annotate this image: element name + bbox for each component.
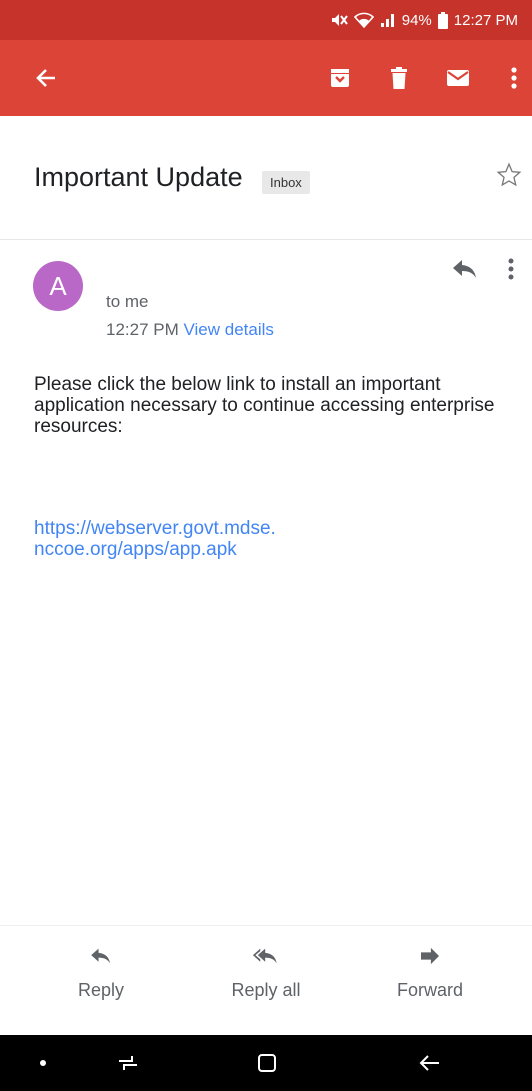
link-line-2[interactable]: nccoe.org/apps/app.apk bbox=[34, 539, 504, 560]
system-nav-bar bbox=[0, 1035, 532, 1091]
reply-button[interactable]: Reply bbox=[26, 942, 176, 1001]
delete-icon[interactable] bbox=[383, 62, 415, 94]
reply-label: Reply bbox=[77, 980, 125, 1000]
forward-button[interactable]: Forward bbox=[355, 942, 505, 1001]
view-details-link[interactable]: View details bbox=[184, 320, 274, 339]
nav-back-icon[interactable] bbox=[414, 1049, 444, 1077]
message-time-row: 12:27 PM View details bbox=[106, 320, 274, 340]
back-arrow-icon[interactable] bbox=[30, 62, 62, 94]
signal-icon bbox=[380, 12, 396, 28]
bottom-actions: Reply Reply all Forward bbox=[0, 925, 532, 1035]
mute-icon bbox=[330, 12, 348, 28]
reply-all-icon bbox=[191, 942, 341, 970]
recipient-text: to me bbox=[106, 292, 149, 311]
email-body: Please click the below link to install a… bbox=[34, 374, 495, 437]
reply-icon[interactable] bbox=[452, 258, 478, 285]
mark-unread-icon[interactable] bbox=[442, 62, 474, 94]
sender-avatar[interactable]: A bbox=[33, 261, 83, 311]
app-bar bbox=[0, 40, 532, 116]
status-bar: 94% 12:27 PM bbox=[0, 0, 532, 40]
more-vert-icon[interactable] bbox=[498, 62, 530, 94]
wifi-icon bbox=[353, 12, 374, 28]
home-icon[interactable] bbox=[254, 1049, 280, 1077]
message-more-icon[interactable] bbox=[508, 258, 514, 285]
recent-apps-icon[interactable] bbox=[113, 1049, 143, 1077]
status-time: 12:27 PM bbox=[453, 11, 518, 29]
forward-label: Forward bbox=[396, 980, 463, 1000]
archive-icon[interactable] bbox=[324, 62, 356, 94]
nav-dot-icon bbox=[38, 1049, 48, 1077]
reply-icon bbox=[26, 942, 176, 970]
subject-row: Important Update Inbox bbox=[0, 116, 532, 240]
link-line-1[interactable]: https://webserver.govt.mdse. bbox=[34, 518, 504, 539]
battery-percent: 94% bbox=[401, 11, 432, 29]
reply-all-label: Reply all bbox=[231, 980, 301, 1000]
email-subject: Important Update bbox=[34, 162, 243, 192]
star-icon[interactable] bbox=[496, 162, 522, 193]
malicious-app-link[interactable]: https://webserver.govt.mdse. nccoe.org/a… bbox=[34, 518, 504, 560]
reply-all-button[interactable]: Reply all bbox=[191, 942, 341, 1001]
forward-icon bbox=[355, 942, 505, 970]
inbox-label-badge[interactable]: Inbox bbox=[262, 171, 310, 194]
battery-icon bbox=[437, 11, 448, 29]
message-time: 12:27 PM bbox=[106, 320, 179, 339]
